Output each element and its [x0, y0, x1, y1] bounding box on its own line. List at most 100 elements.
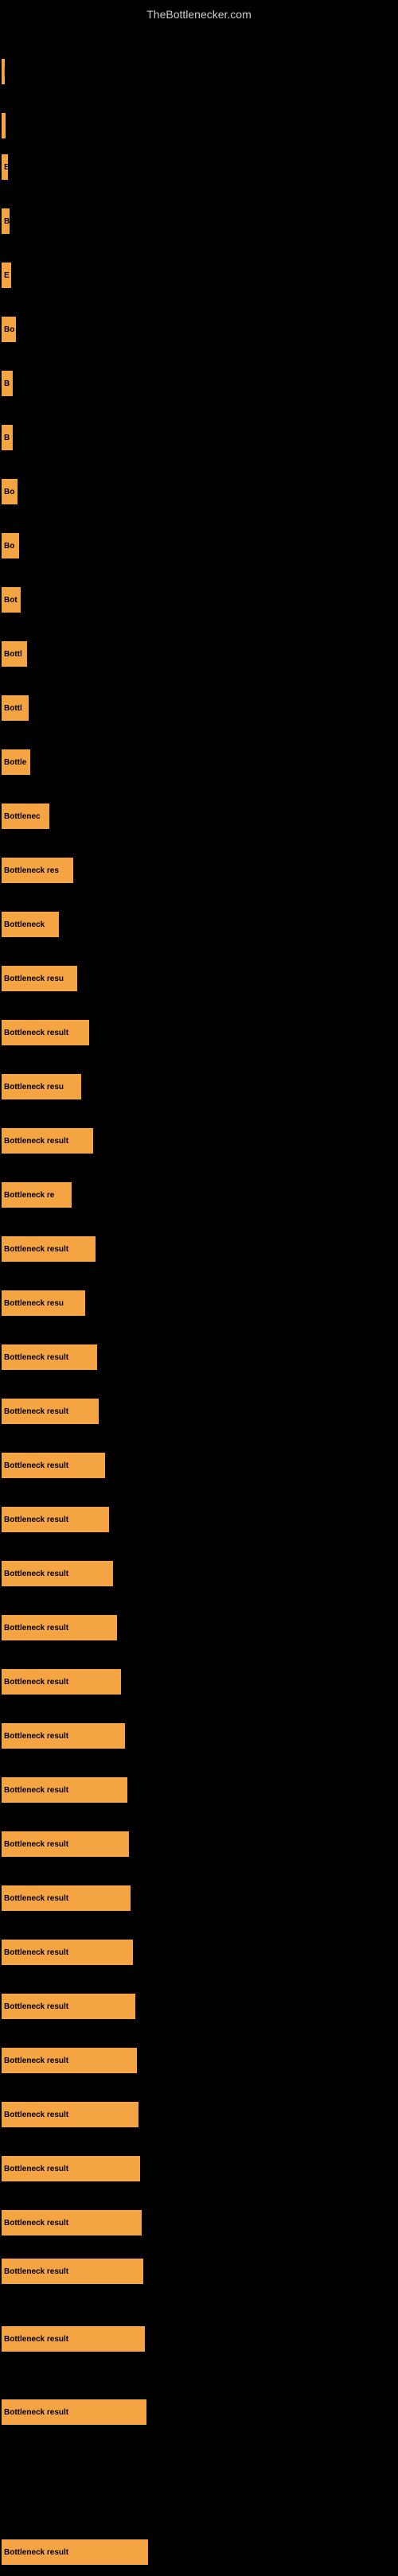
- bar-label: Bottleneck result: [4, 1948, 68, 1957]
- bar: Bottleneck resu: [2, 1290, 85, 1316]
- bar: Bottleneck result: [2, 1020, 89, 1045]
- site-title: TheBottlenecker.com: [0, 2, 398, 24]
- bar-row: Bottleneck result: [0, 1550, 398, 1597]
- bar: Bottleneck res: [2, 858, 73, 883]
- bar-label: Bottle: [4, 758, 26, 767]
- bar: Bo: [2, 533, 19, 558]
- bar-row: Bottleneck result: [0, 2315, 398, 2363]
- bar: Bottl: [2, 641, 27, 667]
- bar-row: |: [0, 48, 398, 95]
- bar-label: Bottleneck result: [4, 1353, 68, 1362]
- bar: Bottleneck result: [2, 1723, 125, 1749]
- bar-row: Bo: [0, 468, 398, 516]
- bar: Bottleneck result: [2, 1236, 96, 1262]
- bar-row: Bottleneck result: [0, 1820, 398, 1868]
- bar-label: Bottleneck result: [4, 2111, 68, 2119]
- bar: Bottleneck result: [2, 2539, 148, 2565]
- bar-row: Bottleneck result: [0, 1387, 398, 1435]
- bar-row: E: [0, 251, 398, 299]
- bar: Bottleneck resu: [2, 966, 77, 991]
- bar: Bottleneck result: [2, 2326, 145, 2352]
- bar-row: Bottleneck result: [0, 2091, 398, 2138]
- bar-row: Bottleneck resu: [0, 1063, 398, 1111]
- bar-label: Bottleneck result: [4, 2002, 68, 2011]
- bar-label: Bot: [4, 596, 18, 605]
- bar-label: Bottleneck result: [4, 2219, 68, 2228]
- bar-label: Bottleneck resu: [4, 1083, 64, 1091]
- bar-label: Bo: [4, 325, 14, 334]
- bar: Bottleneck result: [2, 1885, 131, 1911]
- bar-label: Bottleneck result: [4, 1786, 68, 1795]
- bar-row: Bottle: [0, 738, 398, 786]
- bar-label: Bottl: [4, 650, 22, 659]
- bar-label: Bottleneck result: [4, 1029, 68, 1037]
- bar-row: B: [0, 360, 398, 407]
- bar: Bottleneck result: [2, 2102, 139, 2127]
- bar-row: Bottleneck result: [0, 1928, 398, 1976]
- bar-label: Bottleneck result: [4, 2548, 68, 2557]
- bar-label: Bottleneck result: [4, 2057, 68, 2065]
- bar-label: Bottleneck: [4, 920, 45, 929]
- bar-row: Bottleneck result: [0, 1333, 398, 1381]
- bar-label: Bo: [4, 488, 14, 496]
- bar: [2, 113, 6, 138]
- bar-row: [0, 102, 398, 150]
- bar-label: Bottleneck resu: [4, 975, 64, 983]
- bar-label: Bottleneck result: [4, 1137, 68, 1146]
- bar: E: [2, 154, 8, 180]
- bar-label: Bottleneck result: [4, 2335, 68, 2344]
- bar-label: |: [4, 68, 5, 76]
- bar-label: B: [4, 217, 10, 226]
- bar-label: Bottleneck result: [4, 1461, 68, 1470]
- bar: Bottleneck result: [2, 1561, 113, 1586]
- bar: Bottleneck result: [2, 1453, 105, 1478]
- bar-label: Bottleneck result: [4, 1678, 68, 1687]
- bar-row: Bot: [0, 576, 398, 624]
- bar-row: B: [0, 197, 398, 245]
- bar-label: Bottleneck re: [4, 1191, 54, 1200]
- bar: Bottleneck result: [2, 1777, 127, 1803]
- bar-row: Bottl: [0, 684, 398, 732]
- bar: B: [2, 425, 13, 450]
- bar-row: Bottl: [0, 630, 398, 678]
- bar-row: Bottleneck result: [0, 1766, 398, 1814]
- bar-label: E: [4, 271, 10, 280]
- bar-row: Bottleneck result: [0, 2199, 398, 2247]
- bar-row: Bottleneck result: [0, 1658, 398, 1706]
- bar-row: Bottleneck result: [0, 1712, 398, 1760]
- bar: Bottleneck result: [2, 2048, 137, 2073]
- bar: B: [2, 208, 10, 234]
- bar: Bo: [2, 317, 16, 342]
- bar-label: Bo: [4, 542, 14, 551]
- bar-row: Bottleneck result: [0, 2037, 398, 2084]
- bar: Bottleneck result: [2, 2210, 142, 2236]
- bar-row: Bottleneck res: [0, 846, 398, 894]
- bar-label: Bottleneck result: [4, 1732, 68, 1741]
- bar: Bottleneck: [2, 912, 59, 937]
- bar-label: Bottleneck result: [4, 1840, 68, 1849]
- bar-row: Bottleneck result: [0, 2247, 398, 2295]
- bar: Bottleneck re: [2, 1182, 72, 1208]
- bar: Bottleneck resu: [2, 1074, 81, 1099]
- bar: Bottleneck result: [2, 1669, 121, 1695]
- bar-row: Bottlenec: [0, 792, 398, 840]
- bar-row: Bottleneck resu: [0, 955, 398, 1002]
- bar-row: Bo: [0, 305, 398, 353]
- bar: Bo: [2, 479, 18, 504]
- bar-row: Bottleneck result: [0, 2388, 398, 2436]
- bar-row: Bo: [0, 522, 398, 570]
- bar-row: Bottleneck: [0, 901, 398, 948]
- bar-label: Bottleneck result: [4, 1245, 68, 1254]
- bar-row: Bottleneck result: [0, 1442, 398, 1489]
- bar: Bottleneck result: [2, 1615, 117, 1640]
- bar-label: Bottleneck result: [4, 2165, 68, 2173]
- bar-label: Bottleneck result: [4, 1894, 68, 1903]
- bar-row: Bottleneck resu: [0, 1279, 398, 1327]
- bar: Bot: [2, 587, 21, 613]
- bar: Bottl: [2, 695, 29, 721]
- bar-row: Bottleneck result: [0, 1604, 398, 1652]
- bar: Bottleneck result: [2, 1344, 97, 1370]
- bar-label: Bottlenec: [4, 812, 41, 821]
- bar-row: Bottleneck result: [0, 1117, 398, 1165]
- bar: Bottle: [2, 749, 30, 775]
